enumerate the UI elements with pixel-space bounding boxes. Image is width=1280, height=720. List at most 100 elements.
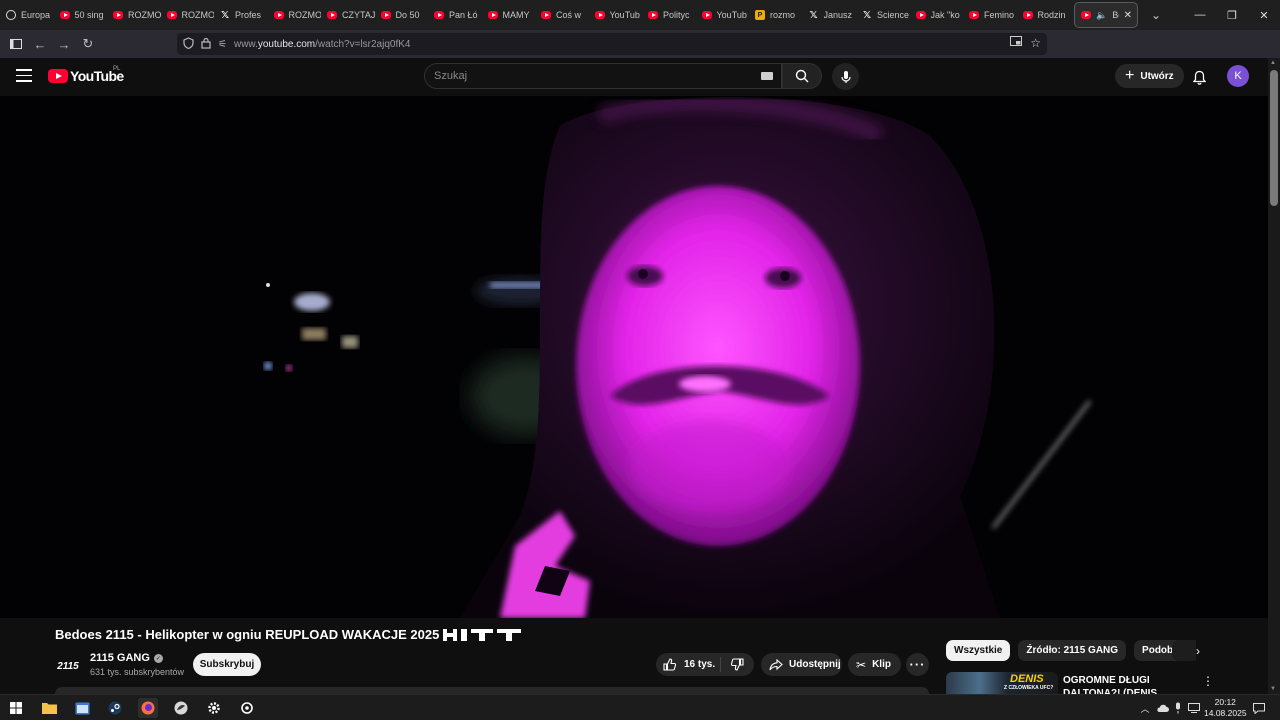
- file-explorer-icon[interactable]: [39, 698, 59, 718]
- notifications-bell-icon[interactable]: [1189, 67, 1209, 87]
- close-tab-icon[interactable]: ✕: [1124, 10, 1132, 21]
- youtube-icon: [273, 11, 284, 19]
- browser-tab[interactable]: 𝕏 Janusz: [803, 2, 857, 28]
- bookmark-star-icon[interactable]: ☆: [1030, 36, 1041, 50]
- speaker-icon[interactable]: 🔈: [1096, 10, 1107, 21]
- guide-menu-icon[interactable]: [16, 69, 32, 83]
- browser-tab[interactable]: MAMY: [482, 2, 536, 28]
- search-box[interactable]: [424, 63, 782, 89]
- account-avatar[interactable]: K: [1227, 65, 1249, 87]
- tray-overflow-chevron-icon[interactable]: ︿: [1138, 701, 1152, 715]
- search-input[interactable]: [434, 70, 744, 82]
- windows-start-icon[interactable]: [6, 698, 26, 718]
- browser-tab[interactable]: 𝕏 Profes: [214, 2, 268, 28]
- description-box[interactable]: [55, 687, 929, 694]
- like-button[interactable]: 16 tys.: [656, 657, 721, 672]
- browser-tab[interactable]: Prozmo: [749, 2, 803, 28]
- taskbar-clock[interactable]: 20:12 14.08.2025: [1204, 697, 1247, 719]
- steam-icon[interactable]: [105, 698, 125, 718]
- browser-tab[interactable]: 50 sing: [54, 2, 108, 28]
- clock-time: 20:12: [1214, 697, 1236, 707]
- browser-tab[interactable]: Rodzin: [1017, 2, 1071, 28]
- browser-tab[interactable]: ROZMO: [161, 2, 214, 28]
- browser-tab-strip: Europa 50 sing ROZMO ROZMO 𝕏 Profes ROZMO CZYTA…: [0, 0, 1280, 30]
- notification-center-icon[interactable]: [1252, 701, 1266, 715]
- keyboard-icon[interactable]: [761, 72, 773, 80]
- lock-icon[interactable]: [201, 37, 211, 52]
- browser-tab[interactable]: Polityc: [642, 2, 696, 28]
- firefox-icon[interactable]: [138, 698, 158, 718]
- browser-toolbar: ← → ↻ ⚟ www.youtube.com/watch?v=lsr2ajq0…: [0, 30, 1280, 80]
- close-window-icon[interactable]: ✕: [1248, 0, 1280, 30]
- back-icon[interactable]: ←: [28, 32, 52, 56]
- scrollbar-thumb[interactable]: [1270, 70, 1278, 206]
- browser-tab[interactable]: ROZMO: [107, 2, 161, 28]
- share-button[interactable]: Udostępnij: [761, 653, 842, 676]
- chips-next-chevron-icon[interactable]: ›: [1189, 642, 1207, 660]
- thumbnail-text: DENIS: [1010, 673, 1044, 685]
- browser-tab[interactable]: CZYTAJ: [321, 2, 375, 28]
- restore-icon[interactable]: ❐: [1216, 0, 1248, 30]
- steelseries-icon[interactable]: [237, 698, 257, 718]
- sidebar-toggle-icon[interactable]: [4, 32, 28, 56]
- youtube-icon: [594, 11, 605, 19]
- permissions-icon[interactable]: ⚟: [218, 39, 227, 50]
- url-bar[interactable]: ⚟ www.youtube.com/watch?v=lsr2ajq0fK4 ☆: [177, 33, 1047, 55]
- browser-tab[interactable]: Do 50: [375, 2, 429, 28]
- forward-icon[interactable]: →: [52, 32, 76, 56]
- more-actions-button[interactable]: ···: [906, 653, 929, 676]
- youtube-logo[interactable]: YouTube PL: [48, 66, 124, 84]
- channel-name-text[interactable]: 2115 GANG: [90, 652, 150, 664]
- app-bird-icon[interactable]: [171, 698, 191, 718]
- settings-gear-icon[interactable]: [204, 698, 224, 718]
- pk-icon: P: [755, 10, 765, 20]
- picture-in-picture-icon[interactable]: [1010, 36, 1023, 50]
- youtube-icon: [113, 11, 123, 19]
- browser-tab[interactable]: ROZMO: [268, 2, 321, 28]
- browser-tab[interactable]: 𝕏 Science: [856, 2, 910, 28]
- cloud-icon[interactable]: [1155, 701, 1169, 715]
- tab-active[interactable]: 🔈 Bed ✕: [1074, 2, 1138, 28]
- browser-tab[interactable]: YouTub: [589, 2, 643, 28]
- scroll-down-icon[interactable]: ▼: [1270, 686, 1276, 692]
- browser-tab[interactable]: Femino: [963, 2, 1017, 28]
- browser-tab[interactable]: YouTub: [696, 2, 750, 28]
- youtube-icon: [1081, 11, 1091, 19]
- filter-chip[interactable]: Wszystkie: [946, 640, 1011, 661]
- url-text[interactable]: www.youtube.com/watch?v=lsr2ajq0fK4: [234, 39, 411, 50]
- video-player[interactable]: [0, 96, 1268, 618]
- recommendation-thumbnail[interactable]: DENIS Z CZŁOWIEKA UFC?: [946, 672, 1058, 694]
- clip-button[interactable]: ✂ Klip: [848, 653, 901, 676]
- x-icon: 𝕏: [862, 9, 872, 21]
- youtube-icon: [327, 11, 337, 19]
- channel-avatar[interactable]: 2115: [55, 653, 81, 679]
- recommendation-menu-icon[interactable]: ⋮: [1202, 674, 1214, 688]
- voice-search-button[interactable]: [832, 63, 859, 90]
- page-scrollbar[interactable]: ▲ ▼: [1268, 58, 1280, 694]
- hit-graphic-icon: [443, 629, 522, 641]
- search-button[interactable]: [782, 63, 822, 89]
- dislike-button[interactable]: [721, 658, 754, 671]
- subscribe-button[interactable]: Subskrybuj: [193, 653, 261, 676]
- network-icon[interactable]: [1187, 701, 1201, 715]
- browser-tab[interactable]: Europa: [0, 2, 54, 28]
- globe-icon: [6, 10, 16, 20]
- tab-title: YouTub: [716, 10, 747, 20]
- tab-title: MAMY: [502, 10, 530, 20]
- recommendation-title[interactable]: OGROMNE DŁUGI DALTONA?! (DENIS, FAME, PO…: [1063, 674, 1193, 694]
- youtube-icon: [541, 11, 551, 19]
- microphone-tray-icon[interactable]: [1171, 701, 1185, 715]
- scroll-up-icon[interactable]: ▲: [1270, 60, 1276, 66]
- thumbs-down-icon: [731, 658, 744, 671]
- channel-name[interactable]: 2115 GANG ✓: [90, 652, 163, 664]
- browser-tab[interactable]: Coś w: [535, 2, 589, 28]
- shield-icon[interactable]: [183, 36, 194, 52]
- tab-list-dropdown-icon[interactable]: ⌄: [1144, 3, 1168, 27]
- minimize-icon[interactable]: —: [1184, 0, 1216, 30]
- create-button[interactable]: + Utwórz: [1115, 64, 1184, 88]
- reload-icon[interactable]: ↻: [76, 32, 100, 56]
- browser-tab[interactable]: Pan Łó: [428, 2, 482, 28]
- app-window-icon[interactable]: [72, 698, 92, 718]
- filter-chip[interactable]: Źródło: 2115 GANG: [1018, 640, 1127, 661]
- browser-tab[interactable]: Jak "ko: [910, 2, 964, 28]
